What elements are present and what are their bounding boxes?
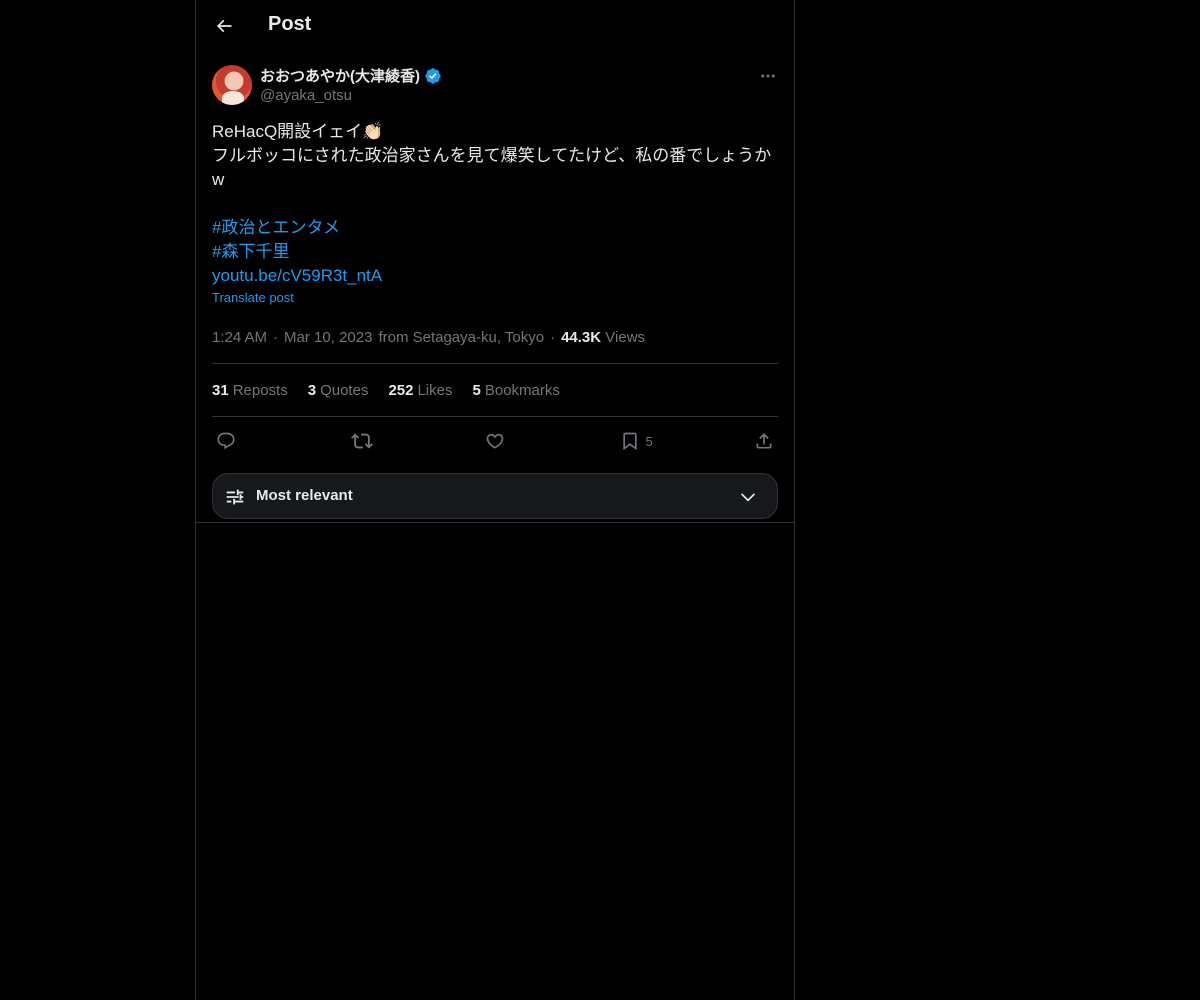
- post-text-line: [212, 192, 778, 216]
- sliders-icon: [226, 489, 244, 505]
- page-header: Post: [196, 0, 794, 53]
- post-text-line: ReHacQ開設イェイ👏🏻: [212, 122, 384, 141]
- share-button[interactable]: [754, 431, 774, 451]
- meta-separator: ·: [273, 328, 279, 346]
- repost-button[interactable]: [350, 430, 411, 452]
- quotes-label: Quotes: [320, 381, 369, 399]
- author-row: おおつあやか(大津綾香) @ayaka_otsu: [212, 64, 778, 106]
- back-button[interactable]: [212, 14, 236, 38]
- views-count: 44.3K: [561, 328, 602, 346]
- translate-post-link[interactable]: Translate post: [212, 290, 294, 305]
- likes-label: Likes: [417, 381, 453, 399]
- action-bar: 5: [212, 417, 778, 465]
- engagement-stats: 31 Reposts 3 Quotes 252 Likes 5 Bookmarks: [212, 364, 778, 416]
- bookmark-button[interactable]: 5: [620, 431, 680, 451]
- bookmark-count: 5: [645, 433, 653, 449]
- views-label: Views: [605, 328, 646, 346]
- arrow-left-icon: [216, 19, 232, 33]
- hashtag-link[interactable]: #森下千里: [212, 240, 778, 264]
- reposts-count: 31: [212, 381, 229, 399]
- quotes-count: 3: [307, 381, 317, 399]
- verified-badge-icon[interactable]: [424, 67, 442, 85]
- post-date[interactable]: Mar 10, 2023: [284, 329, 372, 346]
- reposts-label: Reposts: [232, 381, 288, 399]
- more-options-button[interactable]: [758, 66, 778, 86]
- post-text-line: フルボッコにされた政治家さんを見て爆笑してたけど、私の番でしょうか: [212, 146, 772, 165]
- page-title: Post: [268, 13, 312, 35]
- sort-label: Most relevant: [256, 487, 353, 504]
- post-time[interactable]: 1:24 AM: [212, 329, 267, 346]
- hashtag-link[interactable]: #政治とエンタメ: [212, 216, 778, 240]
- author-name-group[interactable]: おおつあやか(大津綾香): [260, 65, 442, 86]
- avatar[interactable]: [212, 65, 252, 105]
- meta-separator: ·: [550, 328, 556, 346]
- reposts-stat[interactable]: 31 Reposts: [212, 382, 288, 399]
- post-text-line: w: [212, 170, 225, 189]
- section-divider: [196, 522, 794, 523]
- bookmarks-label: Bookmarks: [484, 381, 560, 399]
- bookmarks-stat[interactable]: 5 Bookmarks: [473, 382, 560, 399]
- likes-stat[interactable]: 252 Likes: [388, 382, 452, 399]
- bookmarks-count: 5: [472, 381, 481, 399]
- post-location: from Setagaya-ku, Tokyo: [378, 328, 545, 346]
- reply-sort-dropdown[interactable]: Most relevant: [212, 473, 778, 519]
- repost-icon: [350, 433, 373, 449]
- bookmark-icon: [622, 432, 637, 451]
- author-handle[interactable]: @ayaka_otsu: [260, 87, 352, 104]
- post-article: おおつあやか(大津綾香) @ayaka_otsu ReHacQ開設イェイ👏🏻 フル…: [212, 64, 778, 519]
- like-button[interactable]: [485, 431, 545, 451]
- chevron-down-icon: [740, 493, 756, 502]
- reply-button[interactable]: [216, 431, 276, 451]
- more-horizontal-icon: [761, 74, 775, 78]
- heart-icon: [486, 433, 504, 449]
- share-icon: [756, 433, 772, 449]
- post-text: ReHacQ開設イェイ👏🏻 フルボッコにされた政治家さんを見て爆笑してたけど、私の…: [212, 120, 778, 288]
- display-name[interactable]: おおつあやか(大津綾香): [260, 65, 420, 86]
- youtube-link[interactable]: youtu.be/cV59R3t_ntA: [212, 264, 778, 288]
- likes-count: 252: [388, 381, 414, 399]
- post-column: Post おおつあやか(大津綾香) @ayaka_otsu ReHacQ開設イェ…: [195, 0, 795, 1000]
- quotes-stat[interactable]: 3 Quotes: [308, 382, 369, 399]
- post-metadata: 1:24 AM · Mar 10, 2023 from Setagaya-ku,…: [212, 327, 778, 347]
- reply-icon: [217, 432, 235, 450]
